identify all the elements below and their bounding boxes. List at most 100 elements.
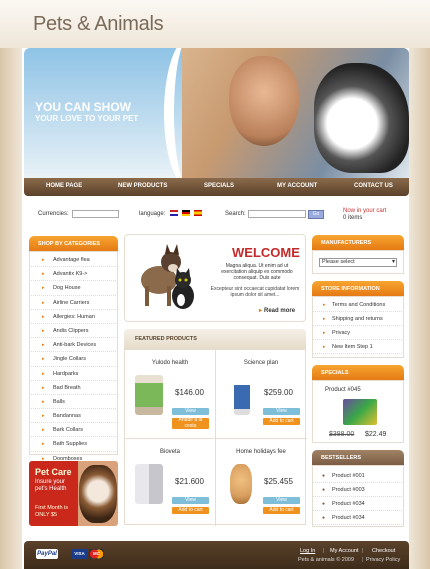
pet-care-promo[interactable]: Pet Care Insure your pet's Health First … — [29, 461, 118, 526]
category-item[interactable]: Bandannas — [29, 409, 118, 424]
footer-account-link[interactable]: My Account — [330, 548, 358, 554]
featured-products-grid: Yulodo health $146.00 View Anadir a la c… — [124, 349, 307, 527]
currencies-select[interactable] — [72, 210, 119, 218]
banner-subheadline: YOUR LOVE TO YOUR PET — [35, 114, 139, 123]
category-item[interactable]: Advantix K9-> — [29, 267, 118, 282]
product-card: Bioveta $21.600 View Add to cart — [125, 439, 215, 527]
bestseller-item[interactable]: Product #034 — [312, 511, 404, 525]
product-name[interactable]: Science plan — [216, 360, 306, 366]
promo-title: Pet Care — [35, 467, 72, 477]
product-price: $259.00 — [264, 388, 293, 397]
product-card: Yulodo health $146.00 View Anadir a la c… — [125, 350, 215, 438]
promo-dog-image — [79, 465, 117, 523]
banner-curve — [164, 48, 214, 178]
bestseller-item[interactable]: Product #001 — [312, 469, 404, 483]
view-button[interactable]: View — [172, 408, 209, 415]
product-card: Science plan $259.00 View Add to cart — [216, 350, 306, 438]
mastercard-icon: MC — [89, 549, 104, 559]
search-label: Search: — [225, 211, 246, 217]
product-name[interactable]: Bioveta — [125, 449, 215, 455]
cart-items-count: 0 items — [343, 215, 363, 221]
bestsellers-header: BESTSELLERS — [312, 450, 404, 465]
nav-contact-us[interactable]: CONTACT US — [354, 183, 393, 189]
manufacturers-select[interactable]: Please select — [319, 258, 397, 267]
store-info-header: STORE INFORMATION — [312, 281, 404, 296]
special-product-name[interactable]: Product #045 — [325, 387, 361, 393]
banner-dog-image — [314, 63, 409, 173]
category-item[interactable]: Allergies: Human — [29, 310, 118, 324]
welcome-box: WELCOME Magna aliqua. Ut enim ad ut exer… — [124, 234, 306, 322]
side-shade-left — [0, 48, 22, 569]
site-title[interactable]: Pets & Animals — [33, 13, 164, 36]
category-item[interactable]: Airline Carriers — [29, 296, 118, 310]
view-button[interactable]: View — [263, 497, 300, 504]
footer-separator: | — [362, 548, 364, 554]
footer-privacy-link[interactable]: Privacy Policy — [366, 557, 400, 563]
visa-card-icon: VISA — [72, 549, 87, 559]
category-item[interactable]: Dog House — [29, 281, 118, 296]
store-info-link[interactable]: Shipping and returns — [312, 312, 404, 326]
hero-banner: YOU CAN SHOW YOUR LOVE TO YOUR PET — [24, 48, 409, 178]
welcome-title: WELCOME — [232, 245, 300, 260]
nav-new-products[interactable]: NEW PRODUCTS — [118, 183, 167, 189]
bestseller-item[interactable]: Product #003 — [312, 483, 404, 497]
view-button[interactable]: View — [172, 497, 209, 504]
search-go-button[interactable]: Go — [308, 210, 324, 219]
flag-german-icon[interactable] — [182, 210, 190, 216]
product-price: $146.00 — [175, 388, 204, 397]
category-item[interactable]: Jingle Collars — [29, 352, 118, 367]
add-to-cart-button[interactable]: Add to cart — [172, 507, 209, 514]
paypal-logo: PayPal — [36, 549, 58, 559]
special-old-price: $388.00 — [329, 431, 355, 438]
flag-spanish-icon[interactable] — [194, 210, 202, 216]
store-info-link[interactable]: Terms and Conditions — [312, 298, 404, 312]
featured-products-header: FEATURED PRODUCTS — [124, 329, 306, 349]
category-item[interactable]: Bark Collars — [29, 423, 118, 438]
read-more-link[interactable]: Read more — [259, 307, 295, 314]
product-image[interactable] — [234, 375, 250, 415]
product-price: $21.600 — [175, 477, 204, 486]
product-card: Home holidays fee $25.455 View Add to ca… — [216, 439, 306, 527]
category-item[interactable]: Anti-bark Devices — [29, 338, 118, 353]
flag-english-icon[interactable] — [170, 210, 178, 216]
category-item[interactable]: Balls — [29, 395, 118, 410]
store-info-link[interactable]: Privacy — [312, 326, 404, 340]
dog-and-cat-image — [141, 244, 194, 309]
product-image[interactable] — [230, 464, 252, 504]
view-button[interactable]: View — [263, 408, 300, 415]
footer-login-link[interactable]: Log In — [300, 548, 315, 554]
product-name[interactable]: Yulodo health — [125, 360, 215, 366]
language-label: language: — [139, 211, 166, 217]
product-image[interactable] — [135, 375, 163, 415]
product-name[interactable]: Home holidays fee — [216, 449, 306, 455]
special-product-image[interactable] — [343, 399, 377, 425]
product-price: $25.455 — [264, 477, 293, 486]
bestsellers-list: Product #001 Product #003 Product #034 P… — [312, 469, 404, 525]
search-input[interactable] — [248, 210, 306, 218]
category-item[interactable]: Advantage flea — [29, 253, 118, 268]
promo-offer: First Month is ONLY $5 — [35, 505, 69, 518]
store-info-link[interactable]: New Item Step 1 — [312, 340, 404, 354]
add-to-cart-button[interactable]: Anadir a la cesta — [172, 417, 209, 429]
category-item[interactable]: Hardparks — [29, 367, 118, 381]
bestseller-item[interactable]: Product #034 — [312, 497, 404, 511]
manufacturers-header: MANUFACTURERS — [312, 235, 404, 250]
side-shade-right — [409, 48, 430, 569]
category-item[interactable]: Bad Breath — [29, 381, 118, 395]
category-item[interactable]: Bath Supplies — [29, 437, 118, 452]
footer-copyright: Pets & animals © 2009 — [298, 557, 355, 563]
categories-list: Advantage flea Advantix K9-> Dog House A… — [29, 253, 118, 466]
specials-header: SPECIALS — [312, 365, 404, 380]
cart-status-label[interactable]: Now in your cart — [343, 208, 386, 214]
add-to-cart-button[interactable]: Add to cart — [263, 418, 300, 425]
product-image[interactable] — [135, 464, 163, 504]
add-to-cart-button[interactable]: Add to cart — [263, 507, 300, 514]
nav-my-account[interactable]: MY ACCOUNT — [277, 183, 317, 189]
welcome-text-secondary: Excepteur sint occaecat cupidatat lorem … — [210, 286, 300, 298]
welcome-text: Magna aliqua. Ut enim ad ut exercitation… — [221, 263, 293, 281]
category-item[interactable]: Andis Clippers — [29, 324, 118, 339]
nav-home[interactable]: HOME PAGE — [46, 183, 82, 189]
banner-headline: YOU CAN SHOW — [35, 100, 131, 114]
nav-specials[interactable]: SPECIALS — [204, 183, 234, 189]
footer-checkout-link[interactable]: Checkout — [372, 548, 395, 554]
